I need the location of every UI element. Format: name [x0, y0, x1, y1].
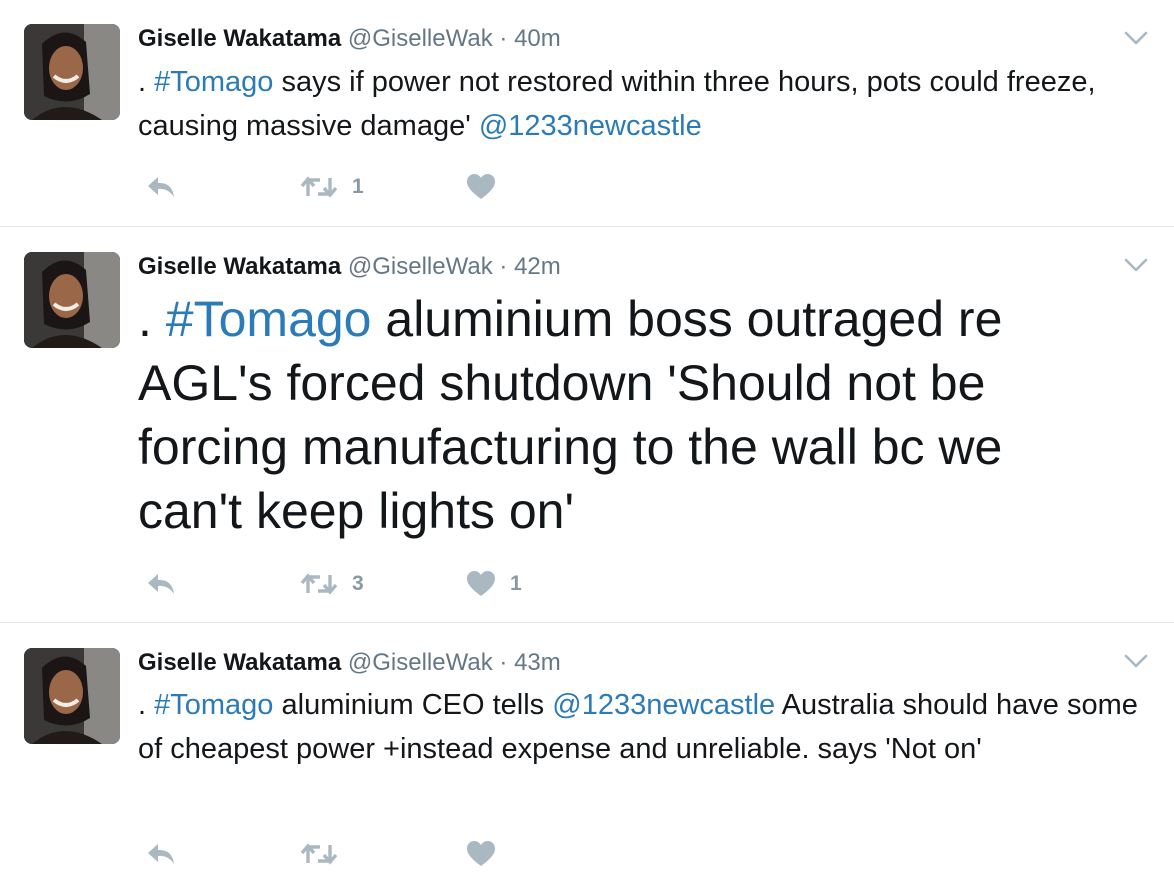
tweet-actions: 1 [140, 170, 640, 204]
tweet: Giselle Wakatama @GiselleWak · 43m . #To… [0, 623, 1174, 894]
tweet-text: . #Tomago aluminium boss outraged re AGL… [138, 287, 1098, 543]
separator-dot: · [499, 649, 508, 676]
reply-icon [148, 177, 174, 197]
avatar-photo-icon [24, 24, 120, 120]
reply-button[interactable] [146, 567, 176, 601]
tweet-timestamp[interactable]: 40m [514, 25, 561, 52]
author-handle[interactable]: @GiselleWak [348, 649, 493, 676]
retweet-icon [300, 573, 338, 595]
text-segment: aluminium CEO tells [273, 689, 553, 721]
like-count: 1 [510, 572, 522, 595]
chevron-down-icon[interactable] [1124, 257, 1148, 273]
tweet-timestamp[interactable]: 42m [514, 253, 561, 280]
tweet-actions [140, 837, 640, 871]
tweet-actions: 3 1 [140, 567, 640, 601]
tweet-timestamp[interactable]: 43m [514, 649, 561, 676]
text-segment: . [138, 291, 166, 347]
heart-icon [467, 174, 495, 199]
heart-icon [467, 571, 495, 596]
author-handle[interactable]: @GiselleWak [348, 253, 493, 280]
hashtag-link[interactable]: #Tomago [154, 689, 273, 721]
chevron-down-icon[interactable] [1124, 653, 1148, 669]
like-button[interactable] [466, 837, 510, 871]
tweet-header: Giselle Wakatama @GiselleWak · 40m [138, 24, 561, 54]
mention-link[interactable]: @1233newcastle [479, 110, 702, 142]
tweet-text: . #Tomago says if power not restored wit… [138, 60, 1158, 148]
avatar-photo-icon [24, 648, 120, 744]
reply-icon [148, 574, 174, 594]
author-handle[interactable]: @GiselleWak [348, 25, 493, 52]
avatar[interactable] [24, 648, 120, 744]
text-segment: . [138, 689, 155, 721]
like-button[interactable]: 1 [466, 567, 522, 601]
heart-icon [467, 841, 495, 866]
author-name[interactable]: Giselle Wakatama [138, 649, 341, 676]
hashtag-link[interactable]: #Tomago [154, 66, 273, 98]
retweet-icon [300, 176, 338, 198]
retweet-button[interactable]: 3 [300, 567, 364, 601]
hashtag-link[interactable]: #Tomago [166, 291, 372, 347]
tweet: Giselle Wakatama @GiselleWak · 42m . #To… [0, 227, 1174, 622]
reply-button[interactable] [146, 170, 176, 204]
author-name[interactable]: Giselle Wakatama [138, 25, 341, 52]
text-segment: . [138, 66, 155, 98]
separator-dot: · [499, 25, 508, 52]
retweet-count: 1 [352, 175, 364, 198]
mention-link[interactable]: @1233newcastle [552, 689, 775, 721]
tweet-text: . #Tomago aluminium CEO tells @1233newca… [138, 683, 1158, 771]
tweet-header: Giselle Wakatama @GiselleWak · 43m [138, 648, 561, 678]
tweet: Giselle Wakatama @GiselleWak · 40m . #To… [0, 0, 1174, 226]
avatar[interactable] [24, 24, 120, 120]
retweet-button[interactable] [300, 837, 352, 871]
reply-icon [148, 844, 174, 864]
retweet-button[interactable]: 1 [300, 170, 364, 204]
tweet-header: Giselle Wakatama @GiselleWak · 42m [138, 252, 561, 282]
author-name[interactable]: Giselle Wakatama [138, 253, 341, 280]
like-button[interactable] [466, 170, 510, 204]
reply-button[interactable] [146, 837, 176, 871]
avatar-photo-icon [24, 252, 120, 348]
avatar[interactable] [24, 252, 120, 348]
retweet-icon [300, 843, 338, 865]
separator-dot: · [499, 253, 508, 280]
retweet-count: 3 [352, 572, 364, 595]
chevron-down-icon[interactable] [1124, 30, 1148, 46]
